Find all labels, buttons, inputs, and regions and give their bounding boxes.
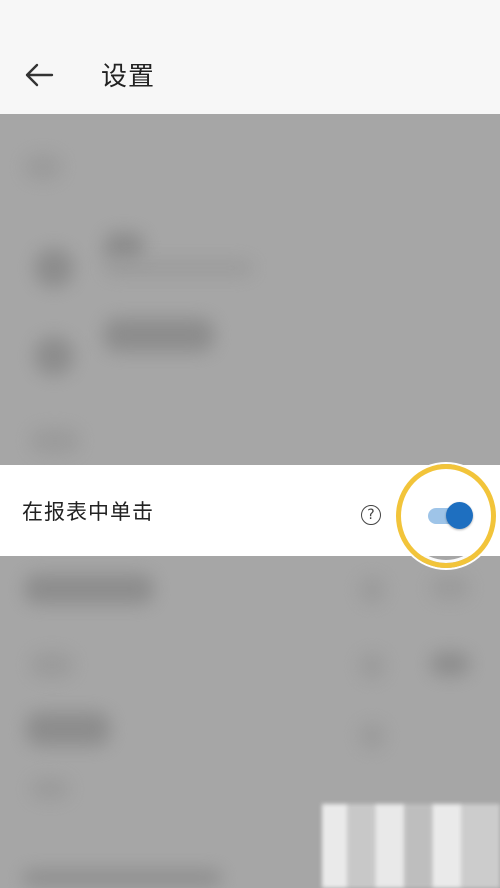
back-button[interactable] — [22, 58, 56, 92]
help-icon[interactable]: ? — [361, 505, 381, 525]
setting-label: 在报表中单击 — [22, 500, 154, 524]
setting-row-report-click: 在报表中单击 ? — [0, 465, 500, 556]
arrow-left-icon — [25, 63, 54, 87]
help-symbol: ? — [367, 507, 375, 523]
toggle-thumb — [446, 502, 473, 529]
page-title: 设置 — [101, 62, 156, 92]
app-header: 设置 — [0, 0, 500, 114]
toggle-switch[interactable] — [424, 502, 473, 529]
